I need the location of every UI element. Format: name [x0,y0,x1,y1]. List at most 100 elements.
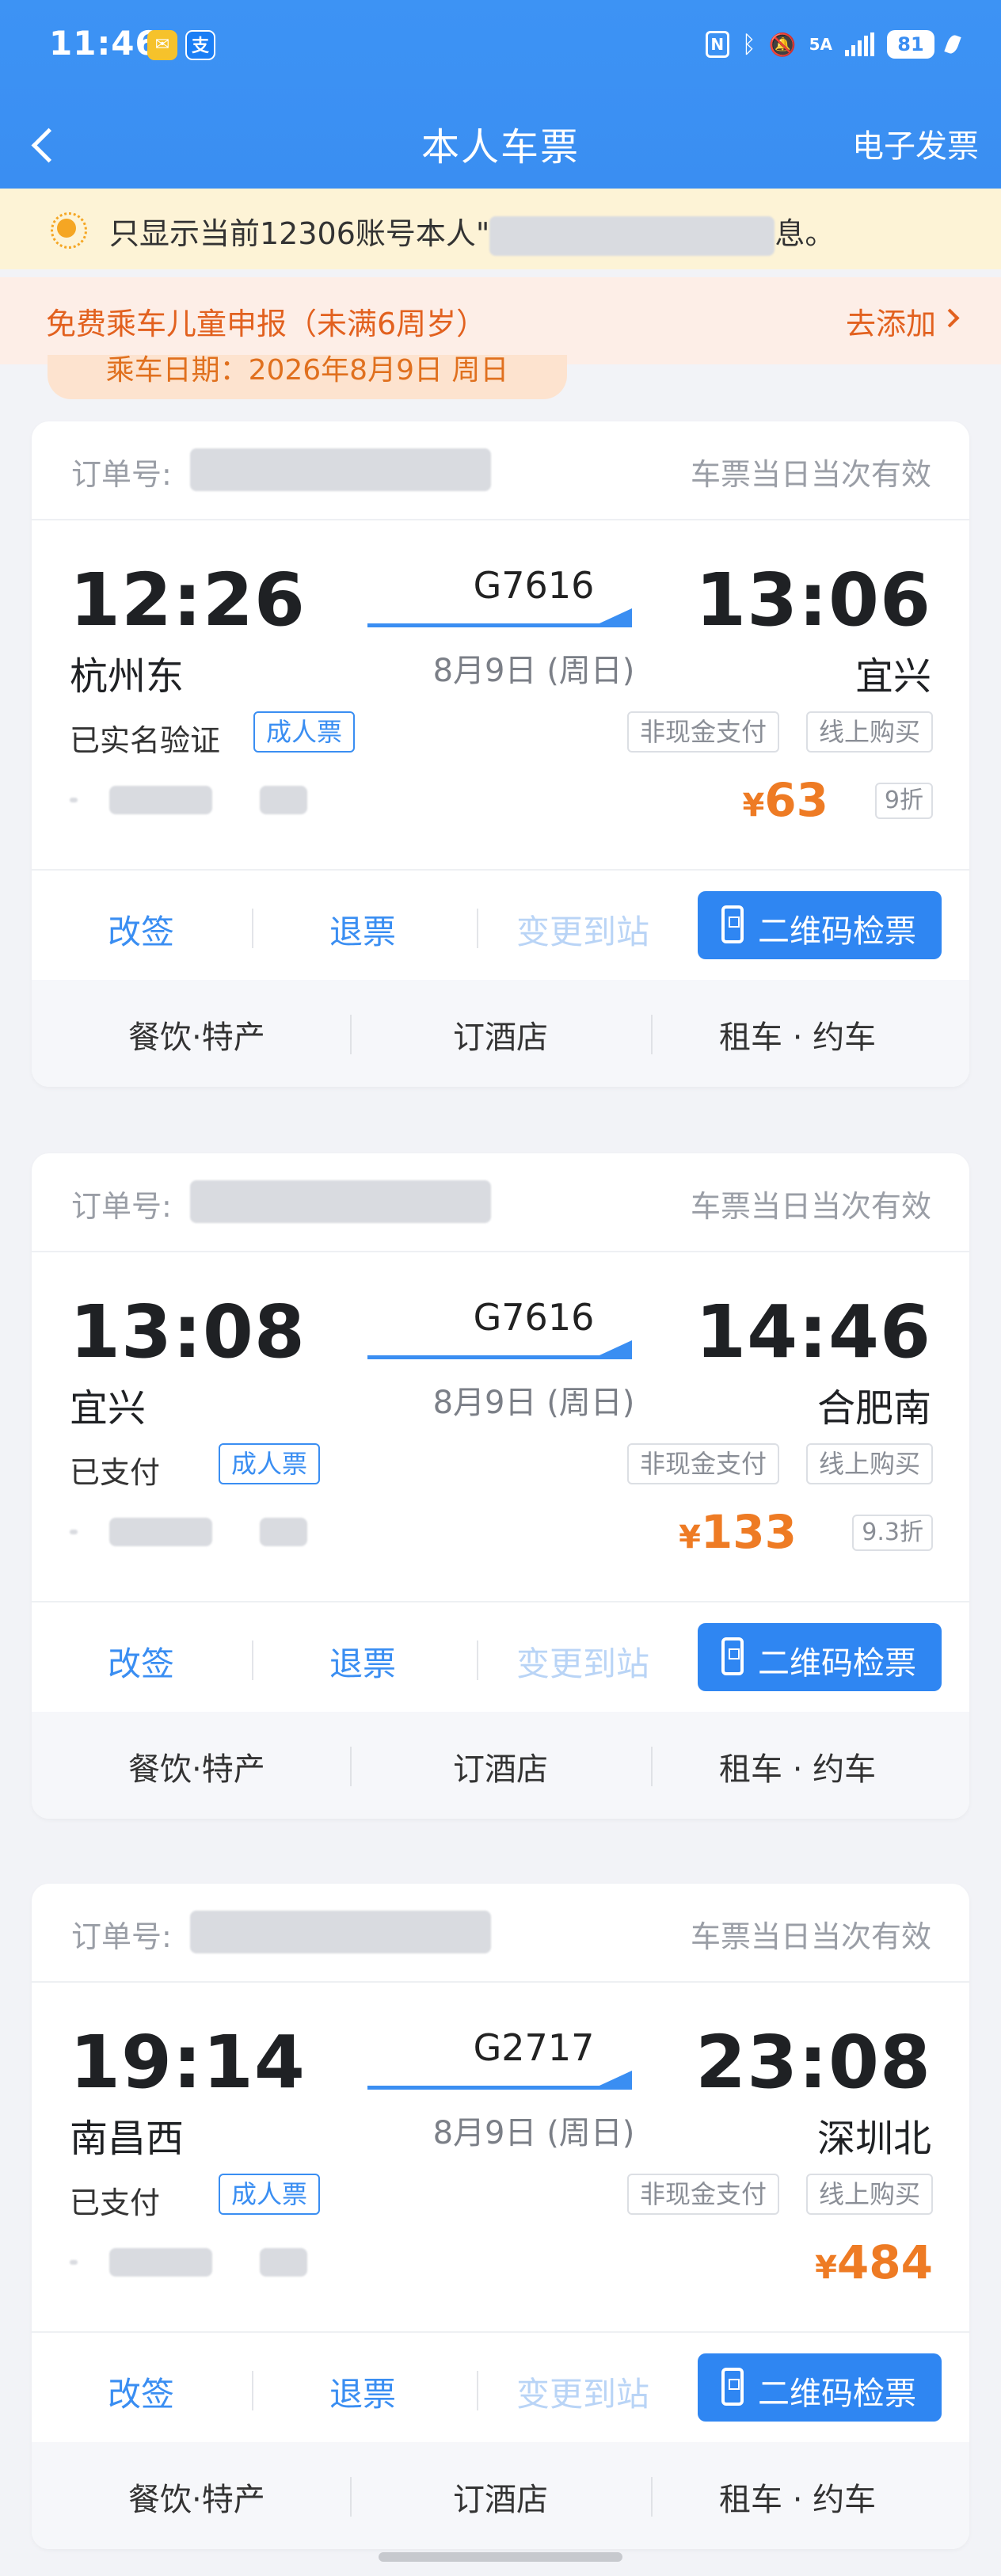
travel-date-tab: 乘车日期：2026年8月9日 周日 [48,355,567,399]
reschedule-button[interactable]: 改签 [108,905,174,954]
signal-icon [845,32,874,56]
redacted-order-number [190,1911,491,1953]
cashless-pay-tag: 非现金支付 [626,1443,779,1484]
nfc-icon: N [705,31,729,58]
ticket-type-badge: 成人票 [219,2174,321,2215]
ticket-status: 已支付 [70,2185,161,2220]
food-specialty-link[interactable]: 餐饮·特产 [128,1012,265,1057]
e-invoice-button[interactable]: 电子发票 [852,120,979,166]
system-icons: N ᛒ 🔕 5A 81 [705,27,961,62]
bluetooth-icon: ᛒ [741,30,756,59]
mail-app-icon: ✉ [147,30,177,60]
status-time: 11:46 [49,24,159,63]
change-station-button[interactable]: 变更到站 [516,1637,649,1686]
qr-check-in-button[interactable]: 二维码检票 [698,2353,942,2422]
divider [477,909,478,948]
qr-button-label: 二维码检票 [758,913,916,950]
notice-banner: 只显示当前12306账号本人" 息。 [0,189,1001,269]
change-station-button[interactable]: 变更到站 [516,2368,649,2416]
discount-badge: 9.3折 [852,1515,933,1551]
card-header: 订单号: 车票当日当次有效 [32,1153,969,1252]
ticket-status: 已支付 [70,1455,161,1490]
page-title: 本人车票 [421,125,580,170]
ticket-status: 已实名验证 [70,723,221,758]
qr-check-in-button[interactable]: 二维码检票 [698,891,942,959]
order-label: 订单号: [71,457,172,492]
redacted-seat-info [70,2248,307,2280]
alipay-app-icon: 支 [185,30,215,60]
hotel-link[interactable]: 订酒店 [453,2474,548,2520]
ticket-card-2: 订单号: 车票当日当次有效 13:08 宜兴 G7616 8月9日 (周日) 1… [32,1153,969,1819]
reschedule-button[interactable]: 改签 [108,2368,174,2416]
ticket-actions: 改签 退票 变更到站 二维码检票 [32,2331,969,2442]
departure-station: 宜兴 [70,1386,147,1431]
qr-check-in-button[interactable]: 二维码检票 [698,1623,942,1691]
divider [252,2371,253,2410]
divider [651,1015,653,1054]
arrival-time: 23:08 [695,2020,931,2105]
departure-station: 杭州东 [70,654,185,699]
food-specialty-link[interactable]: 餐饮·特产 [128,2474,265,2520]
divider [651,1747,653,1786]
home-indicator[interactable] [379,2552,622,2562]
arrival-station: 合肥南 [816,1386,931,1431]
ticket-price: ¥63 [742,773,828,827]
validity-text: 车票当日当次有效 [690,457,931,492]
travel-services: 餐饮·特产 订酒店 租车 · 约车 [32,1712,969,1819]
car-rental-link[interactable]: 租车 · 约车 [719,2474,876,2520]
divider [477,1640,478,1680]
online-purchase-tag: 线上购买 [805,711,933,753]
reschedule-button[interactable]: 改签 [108,1637,174,1686]
change-station-button[interactable]: 变更到站 [516,905,649,954]
online-purchase-tag: 线上购买 [805,1443,933,1484]
qr-phone-icon [721,905,744,943]
divider [350,1015,352,1054]
top-header: 11:46 ✉ 支 N ᛒ 🔕 5A 81 本人车票 电子发票 [0,0,1001,190]
validity-text: 车票当日当次有效 [690,1919,931,1954]
divider [252,909,253,948]
discount-badge: 9折 [874,783,933,819]
car-rental-link[interactable]: 租车 · 约车 [719,1012,876,1057]
car-rental-link[interactable]: 租车 · 约车 [719,1743,876,1789]
redacted-area [489,215,775,256]
arrival-station: 宜兴 [854,654,931,699]
ticket-price: ¥484 [815,2235,933,2289]
train-date: 8月9日 (周日) [432,2115,635,2151]
travel-services: 餐饮·特产 订酒店 租车 · 约车 [32,2442,969,2549]
cashless-pay-tag: 非现金支付 [626,2174,779,2215]
train-date: 8月9日 (周日) [432,1385,635,1421]
notice-suffix: 息。 [775,216,835,251]
ticket-price: ¥133 [679,1505,797,1559]
notice-text: 只显示当前12306账号本人" 息。 [109,209,835,256]
arrival-time: 13:06 [695,558,931,642]
train-number: G2717 [473,2026,595,2069]
hotel-link[interactable]: 订酒店 [453,1012,548,1057]
price-value: 484 [836,2235,933,2289]
travel-services: 餐饮·特产 订酒店 租车 · 约车 [32,980,969,1087]
refund-button[interactable]: 退票 [329,905,396,954]
train-number: G7616 [473,1296,595,1339]
ticket-card-1: 订单号: 车票当日当次有效 12:26 杭州东 G7616 8月9日 (周日) … [32,421,969,1087]
hotel-link[interactable]: 订酒店 [453,1743,548,1789]
ticket-actions: 改签 退票 变更到站 二维码检票 [32,1601,969,1712]
validity-text: 车票当日当次有效 [690,1189,931,1224]
child-declaration-bar[interactable]: 免费乘车儿童申报（未满6周岁） 去添加 [0,277,1001,364]
divider [252,1640,253,1680]
order-label: 订单号: [71,1189,172,1224]
power-saving-icon [944,33,961,55]
departure-time: 12:26 [70,558,306,642]
price-value: 63 [764,773,828,827]
add-child-button[interactable]: 去添加 [846,299,936,343]
divider [651,2477,653,2517]
departure-time: 19:14 [70,2020,306,2105]
refund-button[interactable]: 退票 [329,2368,396,2416]
status-bar: 11:46 ✉ 支 N ᛒ 🔕 5A 81 [0,0,1001,91]
refund-button[interactable]: 退票 [329,1637,396,1686]
redacted-seat-info [70,786,307,817]
qr-button-label: 二维码检票 [758,2376,916,2412]
order-label: 订单号: [71,1919,172,1954]
online-purchase-tag: 线上购买 [805,2174,933,2215]
food-specialty-link[interactable]: 餐饮·特产 [128,1743,265,1789]
ticket-type-badge: 成人票 [253,711,356,753]
qr-button-label: 二维码检票 [758,1645,916,1682]
